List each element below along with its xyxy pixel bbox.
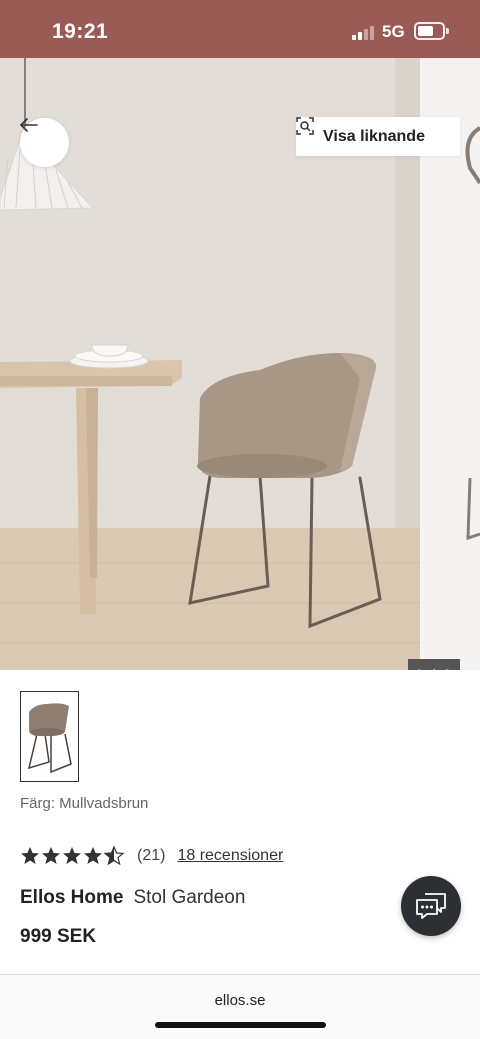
- star-filled-icon: [42, 847, 60, 864]
- color-label: Färg: Mullvadsbrun: [20, 795, 149, 812]
- browser-url-bar[interactable]: ellos.se: [0, 974, 480, 1039]
- chair-thumbnail-image: [27, 703, 72, 774]
- back-button[interactable]: [20, 118, 69, 167]
- product-title: Ellos Home Stol Gardeon: [20, 887, 245, 909]
- show-similar-button[interactable]: Visa liknande: [296, 117, 460, 156]
- status-time: 19:21: [52, 20, 109, 43]
- star-filled-icon: [63, 847, 81, 864]
- home-indicator[interactable]: [155, 1022, 326, 1028]
- image-counter: 1 / 6: [408, 659, 460, 670]
- product-name: Stol Gardeon: [133, 887, 246, 908]
- chat-bubble-icon: [416, 893, 446, 919]
- signal-icon: [352, 24, 376, 40]
- visual-search-icon: [296, 117, 314, 135]
- rating-stars: [20, 846, 125, 866]
- battery-icon: [414, 22, 449, 40]
- show-similar-label: Visa liknande: [323, 127, 425, 145]
- status-bar: 19:21 5G: [0, 0, 480, 58]
- product-rating: (21) 18 recensioner: [20, 846, 283, 866]
- rating-count: (21): [137, 847, 166, 864]
- reviews-link[interactable]: 18 recensioner: [177, 847, 283, 865]
- star-filled-icon: [21, 847, 39, 864]
- url-text[interactable]: ellos.se: [0, 992, 480, 1009]
- star-half-icon: [104, 846, 124, 866]
- star-filled-icon: [84, 847, 102, 864]
- product-thumbnail[interactable]: [20, 691, 79, 782]
- product-price: 999 SEK: [20, 926, 97, 947]
- network-type: 5G: [382, 22, 405, 41]
- arrow-left-icon: [20, 118, 38, 132]
- product-image-carousel[interactable]: Visa liknande 1 / 6: [0, 58, 480, 670]
- product-brand[interactable]: Ellos Home: [20, 887, 123, 908]
- chat-button[interactable]: [401, 876, 461, 936]
